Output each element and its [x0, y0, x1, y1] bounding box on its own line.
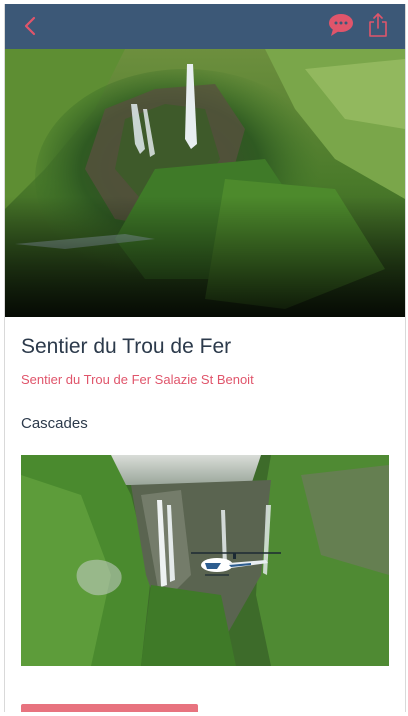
- waterfall-helicopter-photo: [21, 455, 389, 666]
- place-location-link[interactable]: Sentier du Trou de Fer Salazie St Benoit: [21, 372, 254, 387]
- gallery-photo[interactable]: [21, 455, 389, 666]
- chevron-left-icon: [24, 16, 36, 36]
- waterfall-aerial-photo: [5, 49, 405, 317]
- primary-action-button[interactable]: [21, 704, 198, 712]
- hero-image: [5, 49, 405, 317]
- navigation-bar: [5, 4, 405, 49]
- share-button[interactable]: [367, 11, 389, 39]
- app-screen: Sentier du Trou de Fer Sentier du Trou d…: [4, 4, 406, 712]
- share-icon: [369, 13, 387, 37]
- comments-button[interactable]: [327, 12, 355, 38]
- place-title: Sentier du Trou de Fer: [21, 335, 232, 358]
- back-button[interactable]: [19, 14, 43, 38]
- chat-bubble-icon: [329, 14, 353, 36]
- place-category: Cascades: [21, 415, 88, 432]
